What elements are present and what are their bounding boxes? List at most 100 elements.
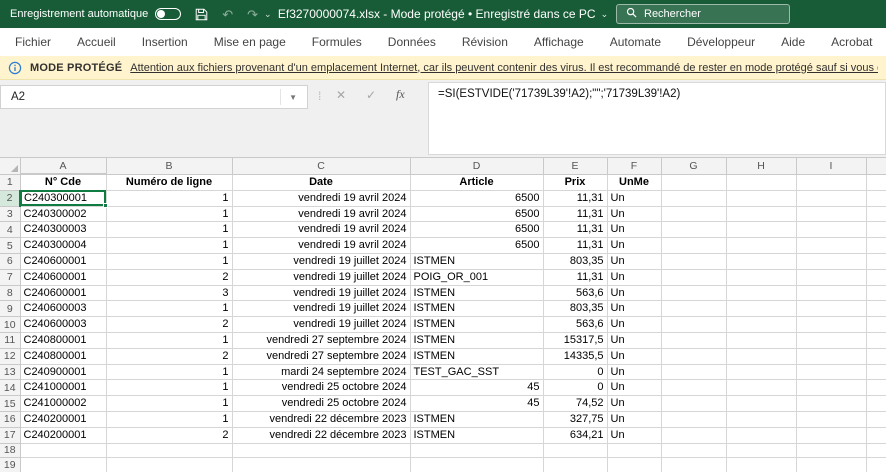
fill-handle[interactable] — [103, 203, 108, 208]
column-header-H[interactable]: H — [726, 158, 796, 174]
cell-I15[interactable] — [796, 396, 866, 412]
search-box[interactable]: Rechercher — [616, 4, 790, 24]
ribbon-tab-mise-en-page[interactable]: Mise en page — [201, 28, 299, 56]
cell-G10[interactable] — [661, 317, 726, 333]
autosave-control[interactable]: Enregistrement automatique — [10, 8, 181, 20]
cell-B12[interactable]: 2 — [106, 348, 232, 364]
cell-B17[interactable]: 2 — [106, 427, 232, 443]
cell-A18[interactable] — [20, 443, 106, 458]
cell-H8[interactable] — [726, 285, 796, 301]
cell-E16[interactable]: 327,75 — [543, 411, 607, 427]
cell-G16[interactable] — [661, 411, 726, 427]
cell-E11[interactable]: 15317,5 — [543, 332, 607, 348]
enter-icon[interactable]: ✓ — [366, 88, 376, 102]
cell-I12[interactable] — [796, 348, 866, 364]
cell-H19[interactable] — [726, 458, 796, 472]
cell-A1[interactable]: N° Cde — [20, 174, 106, 190]
cell-I10[interactable] — [796, 317, 866, 333]
cell-F10[interactable]: Un — [607, 317, 661, 333]
row-header-11[interactable]: 11 — [0, 332, 20, 348]
cell-D10[interactable]: ISTMEN — [410, 317, 543, 333]
cell-B2[interactable]: 1 — [106, 190, 232, 206]
row-header-5[interactable]: 5 — [0, 238, 20, 254]
cell-B19[interactable] — [106, 458, 232, 472]
cell-D13[interactable]: TEST_GAC_SST — [410, 364, 543, 380]
ribbon-tab-d-veloppeur[interactable]: Développeur — [674, 28, 768, 56]
cell-A8[interactable]: C240600001 — [20, 285, 106, 301]
cell-D19[interactable] — [410, 458, 543, 472]
cell-E2[interactable]: 11,31 — [543, 190, 607, 206]
cell-D12[interactable]: ISTMEN — [410, 348, 543, 364]
cell-I2[interactable] — [796, 190, 866, 206]
column-header-C[interactable]: C — [232, 158, 410, 174]
cell-B8[interactable]: 3 — [106, 285, 232, 301]
cell-E5[interactable]: 11,31 — [543, 238, 607, 254]
cell-H2[interactable] — [726, 190, 796, 206]
row-header-4[interactable]: 4 — [0, 222, 20, 238]
cell-G3[interactable] — [661, 206, 726, 222]
cell-F6[interactable]: Un — [607, 253, 661, 269]
cell-G4[interactable] — [661, 222, 726, 238]
cell-A6[interactable]: C240600001 — [20, 253, 106, 269]
cell-C18[interactable] — [232, 443, 410, 458]
cell-H16[interactable] — [726, 411, 796, 427]
cell-B7[interactable]: 2 — [106, 269, 232, 285]
cell-B13[interactable]: 1 — [106, 364, 232, 380]
cell-G19[interactable] — [661, 458, 726, 472]
cell-A17[interactable]: C240200001 — [20, 427, 106, 443]
ribbon-tab-aide[interactable]: Aide — [768, 28, 818, 56]
cell-D17[interactable]: ISTMEN — [410, 427, 543, 443]
row-header-2[interactable]: 2 — [0, 190, 20, 206]
undo-icon[interactable]: ↶ — [222, 8, 233, 21]
row-header-9[interactable]: 9 — [0, 301, 20, 317]
ribbon-tab-accueil[interactable]: Accueil — [64, 28, 129, 56]
column-header-G[interactable]: G — [661, 158, 726, 174]
cell-H7[interactable] — [726, 269, 796, 285]
cell-C19[interactable] — [232, 458, 410, 472]
cell-E1[interactable]: Prix — [543, 174, 607, 190]
column-header-A[interactable]: A — [20, 158, 106, 174]
column-header-I[interactable]: I — [796, 158, 866, 174]
cell-A11[interactable]: C240800001 — [20, 332, 106, 348]
save-icon[interactable] — [195, 8, 208, 21]
cell-A2[interactable]: C240300001 — [20, 190, 106, 206]
cell-C15[interactable]: vendredi 25 octobre 2024 — [232, 396, 410, 412]
cell-F5[interactable]: Un — [607, 238, 661, 254]
cell-C8[interactable]: vendredi 19 juillet 2024 — [232, 285, 410, 301]
cell-F1[interactable]: UnMe — [607, 174, 661, 190]
cell-I8[interactable] — [796, 285, 866, 301]
cell-D6[interactable]: ISTMEN — [410, 253, 543, 269]
row-header-17[interactable]: 17 — [0, 427, 20, 443]
cell-A15[interactable]: C241000002 — [20, 396, 106, 412]
cell-E8[interactable]: 563,6 — [543, 285, 607, 301]
cell-C12[interactable]: vendredi 27 septembre 2024 — [232, 348, 410, 364]
cell-E15[interactable]: 74,52 — [543, 396, 607, 412]
cell-E17[interactable]: 634,21 — [543, 427, 607, 443]
cell-G6[interactable] — [661, 253, 726, 269]
cell-I6[interactable] — [796, 253, 866, 269]
cell-B14[interactable]: 1 — [106, 380, 232, 396]
cell-G12[interactable] — [661, 348, 726, 364]
row-header-19[interactable]: 19 — [0, 458, 20, 472]
cell-C16[interactable]: vendredi 22 décembre 2023 — [232, 411, 410, 427]
quick-access-dropdown-icon[interactable]: ⌄ — [264, 10, 272, 19]
cell-D8[interactable]: ISTMEN — [410, 285, 543, 301]
row-header-8[interactable]: 8 — [0, 285, 20, 301]
cell-B1[interactable]: Numéro de ligne — [106, 174, 232, 190]
cell-F14[interactable]: Un — [607, 380, 661, 396]
row-header-18[interactable]: 18 — [0, 443, 20, 458]
cell-A10[interactable]: C240600003 — [20, 317, 106, 333]
row-header-6[interactable]: 6 — [0, 253, 20, 269]
ribbon-tab-automate[interactable]: Automate — [597, 28, 674, 56]
cell-C3[interactable]: vendredi 19 avril 2024 — [232, 206, 410, 222]
cell-F4[interactable]: Un — [607, 222, 661, 238]
cell-D4[interactable]: 6500 — [410, 222, 543, 238]
cell-H10[interactable] — [726, 317, 796, 333]
cell-H11[interactable] — [726, 332, 796, 348]
cell-I4[interactable] — [796, 222, 866, 238]
cell-B6[interactable]: 1 — [106, 253, 232, 269]
cell-F11[interactable]: Un — [607, 332, 661, 348]
cell-B4[interactable]: 1 — [106, 222, 232, 238]
cell-D18[interactable] — [410, 443, 543, 458]
cell-D5[interactable]: 6500 — [410, 238, 543, 254]
